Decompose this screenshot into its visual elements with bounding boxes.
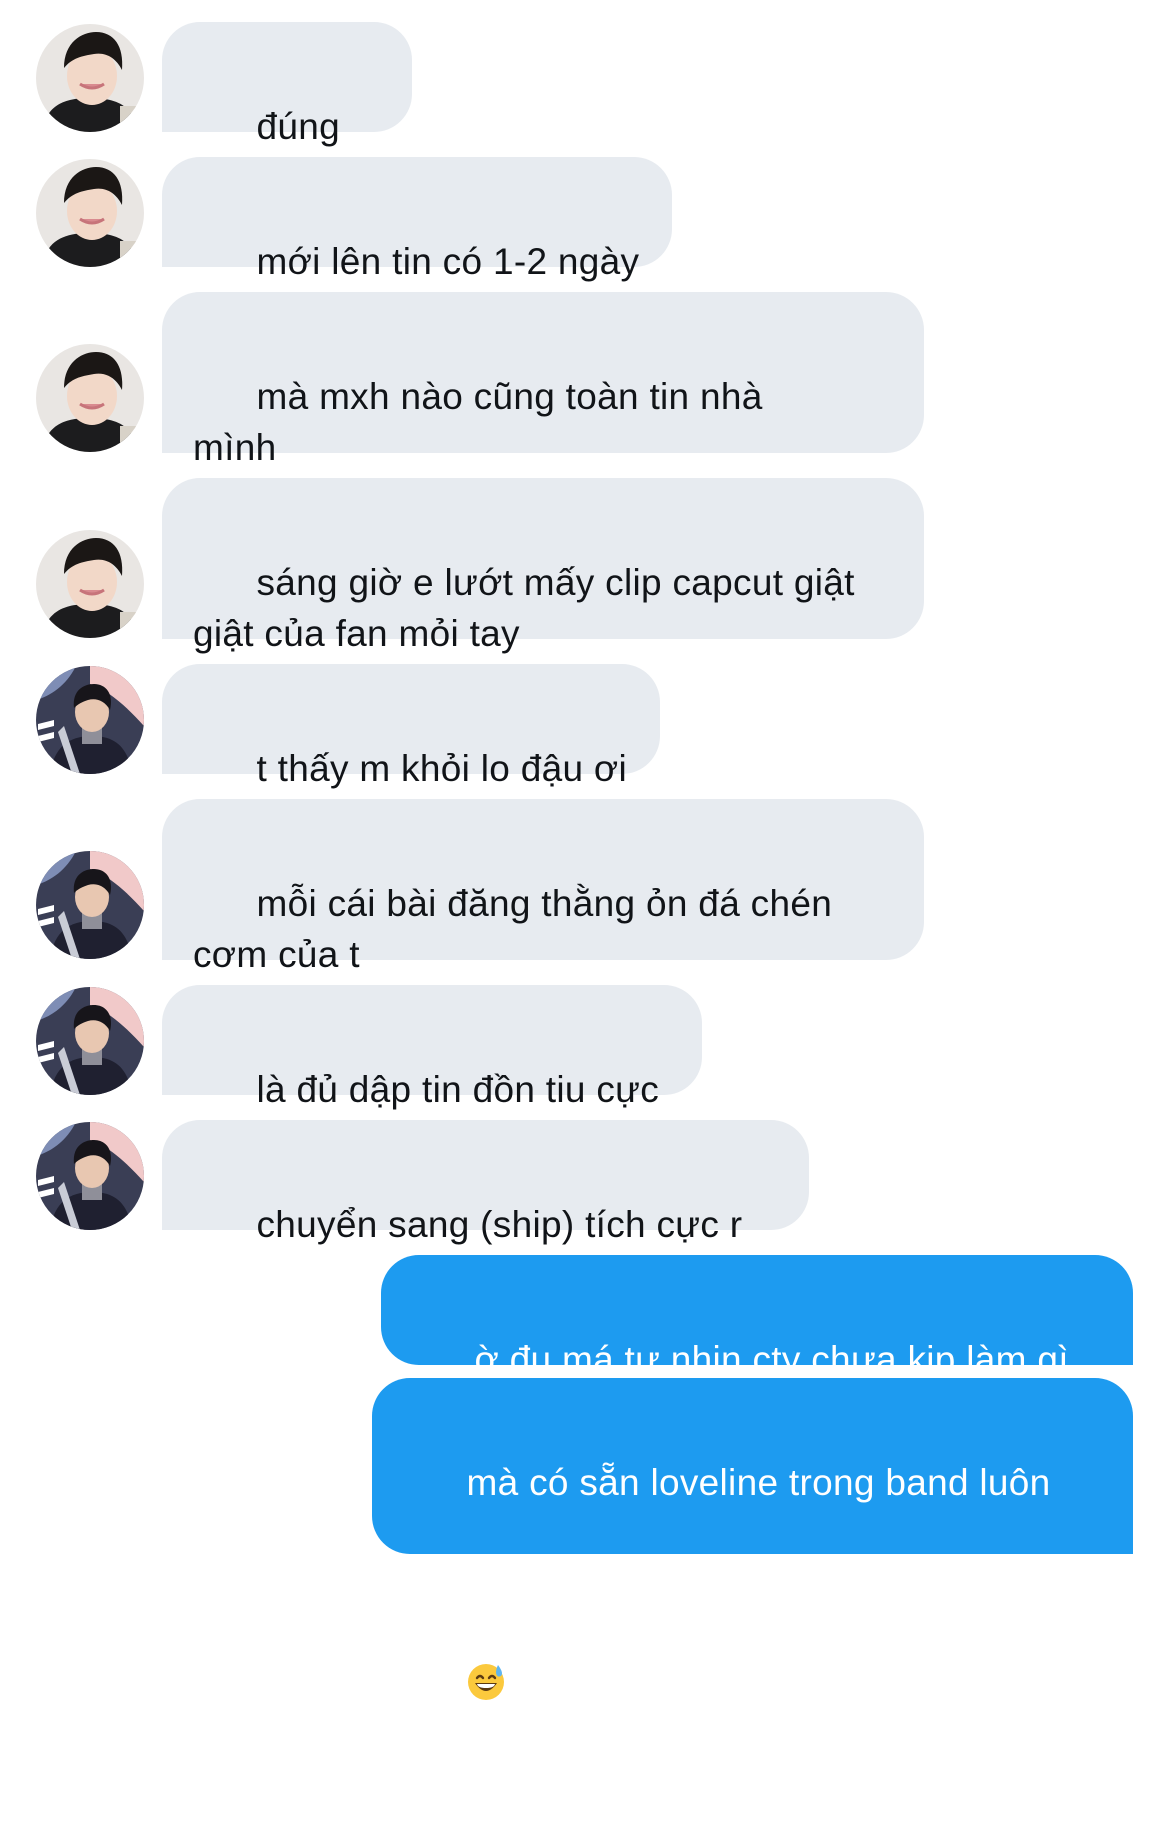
message-bubble-incoming[interactable]: đúng z!!! — [162, 22, 412, 198]
grinning-sweat-emoji — [466, 1559, 506, 1700]
message-text: t thấy m khỏi lo đậu ơi — [256, 748, 627, 789]
message-bubble-incoming[interactable]: mới lên tin có 1-2 ngày — [162, 157, 672, 282]
message-text: mà mxh nào cũng toàn tin nhà mình — [193, 376, 763, 468]
avatar-b[interactable] — [36, 987, 144, 1095]
message-bubble-incoming[interactable]: mà mxh nào cũng toàn tin nhà mình — [162, 292, 924, 468]
message-text: chuyển sang (ship) tích cực r — [256, 1204, 743, 1245]
message-thread[interactable]: đúng z!!! mới lên tin có 1-2 ngày — [0, 0, 1170, 1700]
avatar-a[interactable] — [36, 344, 144, 452]
message-bubble-incoming[interactable]: mỗi cái bài đăng thằng ỏn đá chén cơm củ… — [162, 799, 924, 975]
avatar-b[interactable] — [36, 851, 144, 959]
avatar-a[interactable] — [36, 159, 144, 267]
avatar-a[interactable] — [36, 24, 144, 132]
avatar-a[interactable] — [36, 530, 144, 638]
message-text: ờ đụ má tự nhin cty chưa kịp làm gì — [474, 1339, 1069, 1380]
message-text: sáng giờ e lướt mấy clip capcut giật giậ… — [193, 562, 855, 654]
avatar-b[interactable] — [36, 666, 144, 774]
message-bubble-outgoing[interactable]: ờ đụ má tự nhin cty chưa kịp làm gì — [381, 1255, 1133, 1380]
message-bubble-outgoing[interactable]: mà có sẵn loveline trong band luôn — [372, 1378, 1133, 1700]
message-bubble-incoming[interactable]: là đủ dập tin đồn tiu cực — [162, 985, 702, 1110]
message-text: mà có sẵn loveline trong band luôn — [466, 1462, 1051, 1503]
avatar-b[interactable] — [36, 1122, 144, 1230]
message-text: mới lên tin có 1-2 ngày — [256, 241, 640, 282]
message-bubble-incoming[interactable]: t thấy m khỏi lo đậu ơi — [162, 664, 660, 789]
message-text: là đủ dập tin đồn tiu cực — [256, 1069, 660, 1110]
message-text: mỗi cái bài đăng thằng ỏn đá chén cơm củ… — [193, 883, 833, 975]
message-bubble-incoming[interactable]: sáng giờ e lướt mấy clip capcut giật giậ… — [162, 478, 924, 654]
message-bubble-incoming[interactable]: chuyển sang (ship) tích cực r — [162, 1120, 809, 1245]
